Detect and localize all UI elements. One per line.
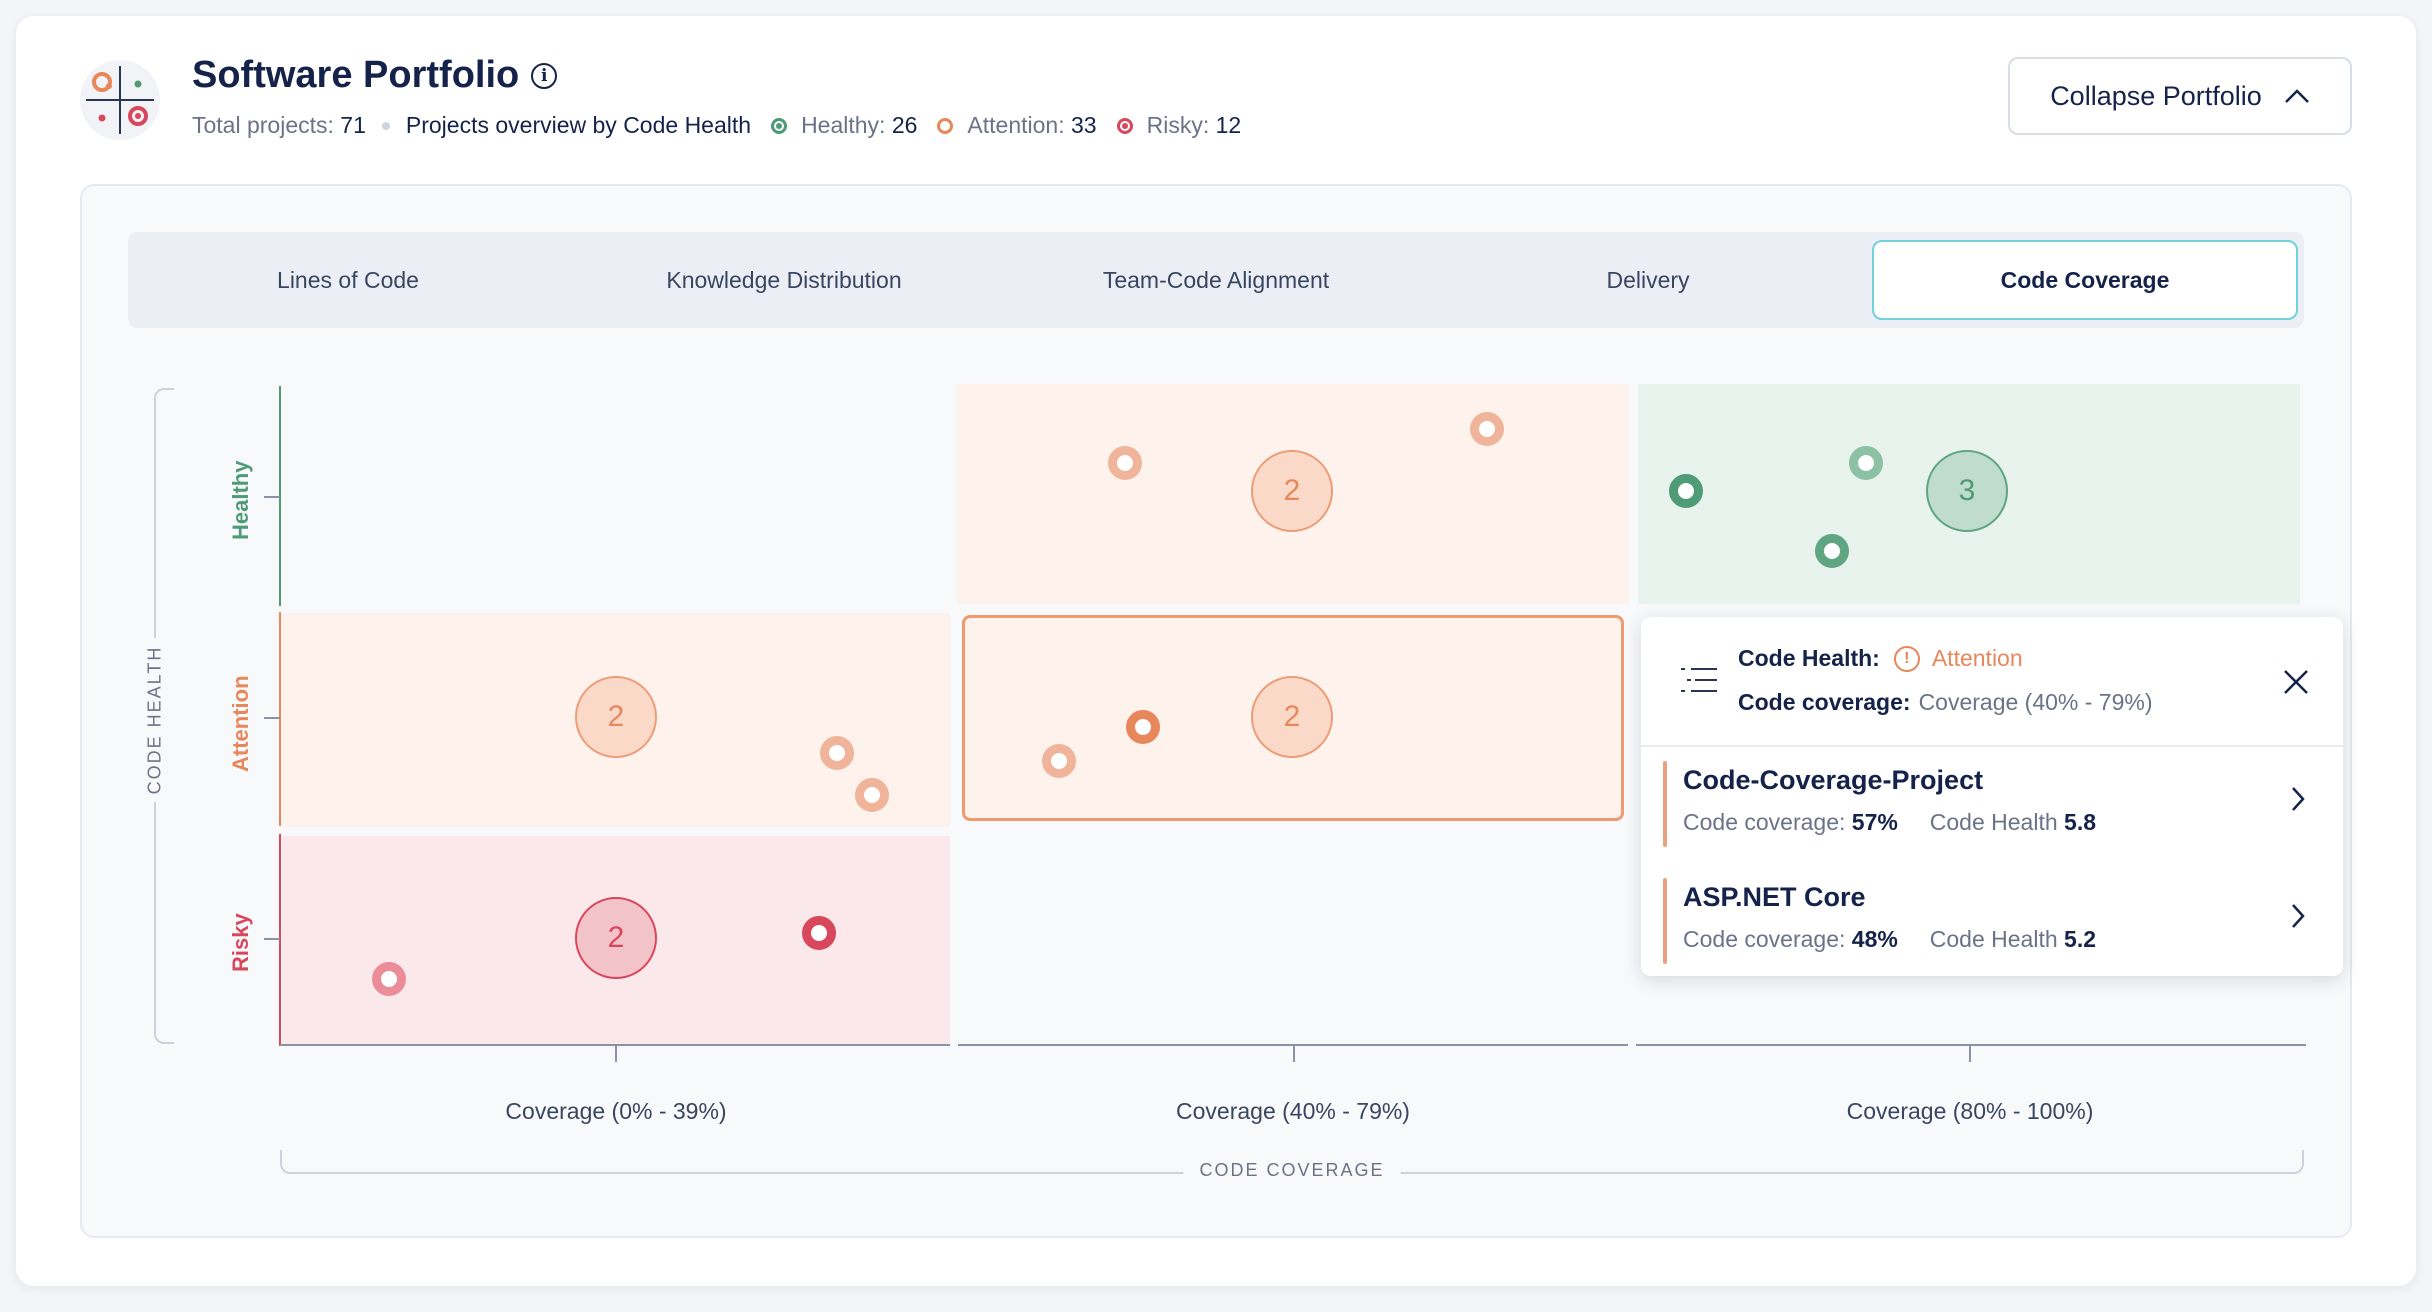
y-axis-risky-segment (279, 834, 281, 1046)
portfolio-summary: Total projects: 71 Projects overview by … (192, 112, 1241, 139)
popup-health-value: Attention (1931, 645, 2023, 671)
project-meta: Code coverage: 57% Code Health 5.8 (1683, 809, 2096, 836)
project-cluster-bubble[interactable]: 2 (1251, 450, 1333, 532)
project-list-item[interactable]: Code-Coverage-Project Code coverage: 57%… (1641, 745, 2343, 849)
project-list-item[interactable]: ASP.NET Core Code coverage: 48% Code Hea… (1641, 862, 2343, 966)
x-tick-2 (1293, 1044, 1295, 1062)
popup-health-label: Code Health: (1738, 645, 1880, 671)
y-label-attention: Attention (228, 675, 253, 772)
project-bubble[interactable] (1669, 474, 1703, 508)
y-tick-healthy (264, 496, 280, 498)
project-name: Code-Coverage-Project (1683, 765, 1984, 795)
tab-delivery[interactable]: Delivery (1432, 232, 1864, 328)
tab-team-code-alignment[interactable]: Team-Code Alignment (1000, 232, 1432, 328)
y-label-healthy: Healthy (228, 460, 253, 540)
healthy-label: Healthy: (801, 112, 886, 138)
healthy-status-icon (771, 117, 788, 134)
x-label-0-39: Coverage (0% - 39%) (505, 1098, 727, 1124)
project-bubble[interactable] (802, 916, 836, 950)
project-name: ASP.NET Core (1683, 882, 1866, 912)
project-meta: Code coverage: 48% Code Health 5.2 (1683, 926, 2096, 953)
project-health-label: Code Health (1929, 926, 2058, 952)
tab-lines-of-code[interactable]: Lines of Code (128, 232, 568, 328)
close-icon[interactable] (2281, 667, 2311, 697)
tab-code-coverage[interactable]: Code Coverage (1872, 240, 2298, 320)
risky-count: 12 (1215, 112, 1242, 138)
metric-tabs: Lines of Code Knowledge Distribution Tea… (128, 232, 2304, 328)
project-bubble[interactable] (1470, 412, 1504, 446)
attention-status-icon (937, 117, 954, 134)
popup-coverage-line: Code coverage: Coverage (40% - 79%) (1738, 689, 2153, 716)
project-cluster-bubble[interactable]: 3 (1926, 450, 2008, 532)
chevron-right-icon (2292, 904, 2305, 928)
project-cluster-bubble[interactable]: 2 (575, 676, 657, 758)
project-coverage-label: Code coverage: (1683, 809, 1846, 835)
project-health-label: Code Health (1929, 809, 2058, 835)
x-label-40-79: Coverage (40% - 79%) (1176, 1098, 1410, 1124)
popup-header: Code Health: ! Attention Code coverage: … (1641, 617, 2343, 747)
page-title: Software Portfolio i (192, 54, 558, 97)
popup-coverage-label: Code coverage: (1738, 689, 1911, 715)
portfolio-logo-icon (80, 60, 160, 140)
popup-health-line: Code Health: ! Attention (1738, 645, 2023, 672)
risky-label: Risky: (1146, 112, 1210, 138)
project-bubble[interactable] (820, 736, 854, 770)
project-bubble[interactable] (1126, 710, 1160, 744)
project-bubble[interactable] (855, 778, 889, 812)
cell-details-popup: Code Health: ! Attention Code coverage: … (1641, 617, 2343, 976)
project-cluster-bubble[interactable]: 2 (1251, 676, 1333, 758)
warning-icon: ! (1893, 645, 1920, 672)
y-axis-attention-segment (279, 612, 281, 826)
attention-label: Attention: (967, 112, 1065, 138)
healthy-count: 26 (891, 112, 918, 138)
x-tick-1 (615, 1044, 617, 1062)
separator-dot (381, 121, 390, 130)
list-icon (1681, 668, 1717, 692)
project-cluster-bubble[interactable]: 2 (575, 897, 657, 979)
attention-indicator-bar (1663, 761, 1667, 847)
y-axis-title: CODE HEALTH (144, 645, 165, 795)
total-projects-label: Total projects: (192, 112, 334, 138)
project-health-value: 5.8 (2064, 809, 2097, 835)
project-coverage-label: Code coverage: (1683, 926, 1846, 952)
chevron-right-icon (2292, 787, 2305, 811)
tab-knowledge-distribution[interactable]: Knowledge Distribution (568, 232, 1000, 328)
chevron-up-icon (2284, 89, 2309, 103)
project-bubble[interactable] (372, 962, 406, 996)
project-bubble[interactable] (1108, 446, 1142, 480)
attention-count: 33 (1071, 112, 1097, 138)
x-axis-title: CODE COVERAGE (1183, 1160, 1401, 1181)
project-bubble[interactable] (1042, 744, 1076, 778)
popup-coverage-value: Coverage (40% - 79%) (1918, 689, 2153, 715)
x-axis-line-3 (1636, 1044, 2306, 1046)
page-title-text: Software Portfolio (192, 54, 520, 96)
info-icon[interactable]: i (531, 62, 558, 89)
collapse-portfolio-label: Collapse Portfolio (2050, 80, 2262, 111)
x-label-80-100: Coverage (80% - 100%) (1846, 1098, 2094, 1124)
project-coverage-value: 48% (1851, 926, 1898, 952)
y-tick-risky (264, 938, 280, 940)
y-label-risky: Risky (228, 913, 253, 972)
total-projects-value: 71 (340, 112, 366, 138)
x-tick-3 (1969, 1044, 1971, 1062)
project-health-value: 5.2 (2064, 926, 2097, 952)
project-bubble[interactable] (1815, 534, 1849, 568)
y-tick-attention (264, 717, 280, 719)
risky-status-icon (1116, 117, 1133, 134)
collapse-portfolio-button[interactable]: Collapse Portfolio (2008, 57, 2352, 135)
project-coverage-value: 57% (1851, 809, 1898, 835)
project-bubble[interactable] (1849, 446, 1883, 480)
attention-indicator-bar (1663, 878, 1667, 964)
overview-label: Projects overview by Code Health (405, 112, 752, 138)
